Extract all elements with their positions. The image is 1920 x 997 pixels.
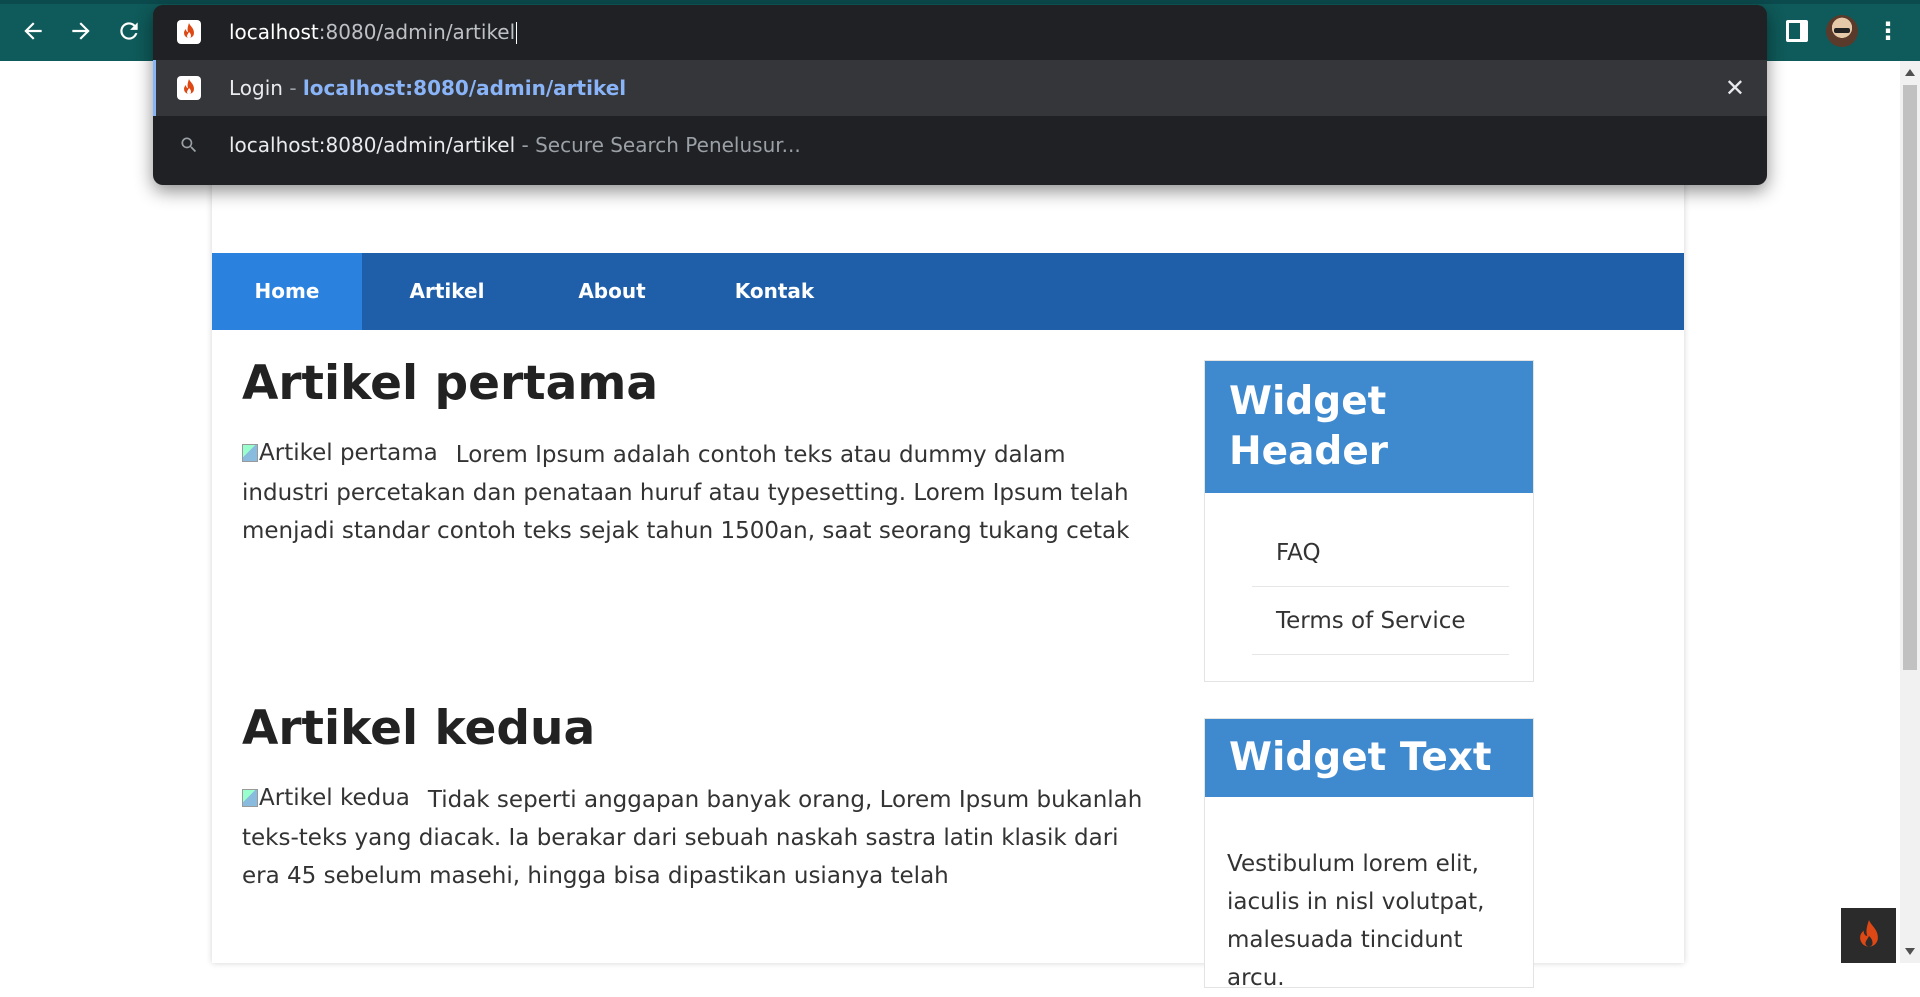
suggestion-secondary: Secure Search Penelusur... <box>535 133 801 157</box>
text-caret <box>516 22 518 45</box>
nav-about[interactable]: About <box>532 253 692 330</box>
address-path: :8080/admin/artikel <box>318 19 516 44</box>
widget-text-body: Vestibulum lorem elit, iaculis in nisl v… <box>1227 851 1485 991</box>
suggestion-history-login[interactable]: Login - localhost:8080/admin/artikel ✕ <box>153 60 1767 116</box>
article-body: Artikel pertama Lorem Ipsum adalah contoh… <box>242 434 1152 550</box>
nav-kontak[interactable]: Kontak <box>692 253 857 330</box>
site-container: Home Artikel About Kontak Artikel pertam… <box>212 61 1684 991</box>
reload-icon <box>120 22 138 40</box>
omnibox-dropdown: localhost:8080/admin/artikel Login - loc… <box>153 5 1767 185</box>
broken-image-icon <box>242 444 258 462</box>
broken-image-icon <box>242 789 258 807</box>
menu-kebab-icon[interactable]: ⋮ <box>1876 19 1900 43</box>
article-title[interactable]: Artikel kedua <box>242 701 1152 757</box>
address-host: localhost <box>229 19 319 44</box>
scroll-down-arrow-icon[interactable] <box>1905 948 1915 955</box>
page-viewport: Home Artikel About Kontak Artikel pertam… <box>0 61 1900 991</box>
codeigniter-flame-icon <box>184 79 194 94</box>
image-alt-text: Artikel pertama <box>259 440 438 466</box>
widget-text: Widget Text Vestibulum lorem elit, iacul… <box>1204 718 1534 991</box>
scroll-thumb[interactable] <box>1903 85 1917 670</box>
debug-toolbar-toggle[interactable] <box>1841 908 1896 963</box>
reload-button[interactable] <box>112 14 146 48</box>
article-image: Artikel kedua <box>242 779 410 817</box>
main-navbar: Home Artikel About Kontak <box>212 253 1684 330</box>
article: Artikel pertama Artikel pertama Lorem Ips… <box>242 356 1152 550</box>
back-button[interactable] <box>16 14 50 48</box>
nav-artikel[interactable]: Artikel <box>362 253 532 330</box>
image-alt-text: Artikel kedua <box>259 785 410 811</box>
article: Artikel kedua Artikel kedua Tidak seperti… <box>242 701 1152 895</box>
codeigniter-flame-icon <box>184 23 194 38</box>
scroll-up-arrow-icon[interactable] <box>1905 69 1915 76</box>
close-icon[interactable]: ✕ <box>1725 76 1745 100</box>
suggestion-url: localhost:8080/admin/artikel <box>302 76 627 100</box>
nav-home[interactable]: Home <box>212 253 362 330</box>
widget-links: Widget Header FAQ Terms of Service <box>1204 360 1534 682</box>
tab-strip <box>0 0 1920 4</box>
address-bar-input[interactable]: localhost:8080/admin/artikel <box>153 5 1767 59</box>
forward-button[interactable] <box>64 14 98 48</box>
search-icon <box>181 137 197 153</box>
sidebar: Widget Header FAQ Terms of Service Widge… <box>1204 360 1534 991</box>
suggestion-title: Login <box>229 76 283 100</box>
article-title[interactable]: Artikel pertama <box>242 356 1152 412</box>
toolbar-right: ⋮ <box>1786 12 1900 50</box>
suggestion-favicon <box>177 76 201 100</box>
article-image: Artikel pertama <box>242 434 438 472</box>
side-panel-icon[interactable] <box>1786 20 1808 42</box>
page-scrollbar[interactable] <box>1900 61 1920 963</box>
arrow-left-icon <box>24 22 42 40</box>
widget-title: Widget Text <box>1205 719 1533 797</box>
codeigniter-flame-icon <box>1859 919 1878 947</box>
arrow-right-icon <box>72 22 90 40</box>
suggestion-separator: - <box>515 133 536 157</box>
suggestion-separator: - <box>282 76 303 100</box>
suggestion-search[interactable]: localhost:8080/admin/artikel - Secure Se… <box>153 117 1767 173</box>
widget-title: Widget Header <box>1205 361 1533 493</box>
article-body: Artikel kedua Tidak seperti anggapan bany… <box>242 779 1152 895</box>
link-terms-of-service[interactable]: Terms of Service <box>1252 587 1509 655</box>
link-faq[interactable]: FAQ <box>1252 519 1509 587</box>
profile-avatar[interactable] <box>1826 15 1858 47</box>
widget-link-list: FAQ Terms of Service <box>1252 519 1509 655</box>
suggestion-query: localhost:8080/admin/artikel <box>229 133 516 157</box>
site-favicon <box>177 20 201 44</box>
